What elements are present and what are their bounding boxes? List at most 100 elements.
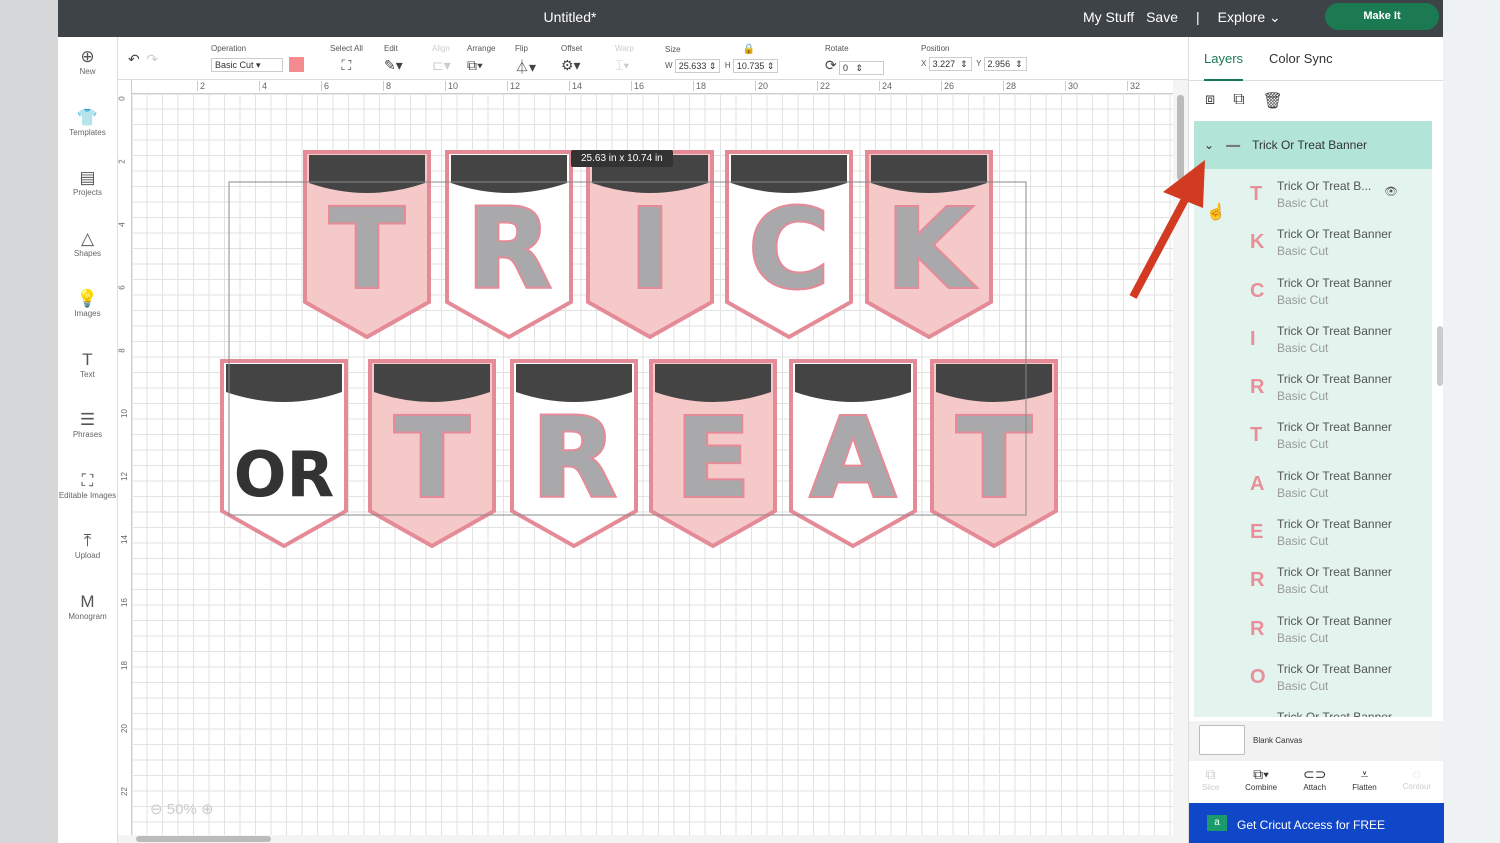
undo-icon[interactable]: ↶: [128, 51, 140, 67]
banner-pennant: A: [789, 359, 917, 549]
flip-label: Flip: [515, 44, 528, 53]
nav-item-shapes[interactable]: △ Shapes: [58, 219, 117, 280]
banner-letter: E: [675, 394, 750, 522]
nav-item-new[interactable]: ⊕ New: [58, 37, 117, 98]
color-swatch[interactable]: [289, 57, 305, 72]
nav-item-projects[interactable]: ▤ Projects: [58, 158, 117, 219]
layer-group[interactable]: ⌄ ▬▬ Trick Or Treat Banner: [1194, 121, 1432, 169]
make-it-button[interactable]: Make It: [1325, 3, 1439, 30]
top-bar: Untitled* My Stuff Save | Explore ⌄ Make…: [58, 0, 1443, 37]
ruler-tick: 20: [755, 81, 768, 91]
rotate-icon[interactable]: ⟳: [825, 57, 837, 73]
eye-icon[interactable]: 👁: [1384, 185, 1398, 198]
slice-button[interactable]: ⧉ Slice: [1202, 766, 1219, 803]
layer-thumbnail: R: [1250, 376, 1265, 399]
nav-item-upload[interactable]: ⤒ Upload: [58, 521, 117, 582]
zoom-in-button[interactable]: ⊕: [201, 801, 214, 818]
my-stuff-link[interactable]: My Stuff: [1083, 9, 1134, 26]
layer-thumbnail: T: [1250, 424, 1263, 447]
y-label: Y: [976, 59, 982, 69]
explore-menu[interactable]: Explore ⌄: [1218, 9, 1281, 26]
nav-icon: ⊕: [80, 47, 95, 66]
nav-item-images[interactable]: 💡 Images: [58, 279, 117, 340]
layer-item[interactable]: A Trick Or Treat Banner Basic Cut: [1194, 459, 1432, 507]
tab-color-sync[interactable]: Color Sync: [1269, 51, 1333, 80]
zoom-out-button[interactable]: ⊖: [150, 801, 163, 818]
banner-artwork[interactable]: T R I C K OR T R E A T: [133, 95, 1173, 835]
nav-icon: 👕: [76, 107, 99, 127]
flatten-button[interactable]: ⩡ Flatten: [1352, 766, 1376, 803]
warp-icon[interactable]: ⌶▾: [615, 57, 629, 73]
contour-button[interactable]: ◌ Contour: [1403, 766, 1431, 803]
lock-icon[interactable]: 🔒: [743, 44, 755, 55]
y-input[interactable]: 2.956 ⇕: [983, 57, 1027, 71]
tab-layers[interactable]: Layers: [1204, 51, 1244, 81]
nav-item-templates[interactable]: 👕 Templates: [58, 98, 117, 159]
edit-toolbar: ↶ ↷ Operation Basic Cut ▾ Select All ⛶ Edi…: [118, 37, 1188, 80]
layer-item[interactable]: C Trick Or Treat Banner Basic Cut: [1194, 266, 1432, 314]
duplicate-icon[interactable]: ⧉: [1233, 91, 1244, 119]
redo-icon[interactable]: ↷: [146, 51, 158, 67]
layer-item[interactable]: T Trick Or Treat B... Basic Cut 👁: [1194, 169, 1432, 217]
ruler-tick: 18: [693, 81, 706, 91]
layer-item[interactable]: I Trick Or Treat Banner Basic Cut: [1194, 314, 1432, 362]
blank-canvas-row[interactable]: Blank Canvas: [1189, 721, 1444, 761]
height-input[interactable]: 10.735 ⇕: [732, 59, 779, 73]
flatten-icon: ⩡: [1360, 766, 1369, 782]
offset-icon[interactable]: ⚙▾: [561, 57, 581, 73]
banner-pennant: R: [445, 150, 573, 340]
group-icon[interactable]: ⧈: [1205, 91, 1215, 119]
ruler-tick: 4: [259, 81, 267, 91]
banner-letter: K: [886, 185, 975, 313]
group-name: Trick Or Treat Banner: [1252, 138, 1367, 152]
nav-item-text[interactable]: T Text: [58, 340, 117, 401]
cricut-access-banner[interactable]: a Get Cricut Access for FREE: [1189, 803, 1444, 843]
save-button[interactable]: Save: [1146, 9, 1178, 26]
layer-thumbnail: A: [1250, 472, 1265, 495]
trash-icon[interactable]: 🗑: [1263, 91, 1283, 119]
nav-item-monogram[interactable]: M Monogram: [58, 582, 117, 643]
arrange-icon[interactable]: ⧉▾: [467, 57, 483, 73]
banner-pennant: E: [649, 359, 777, 549]
nav-item-phrases[interactable]: ☰ Phrases: [58, 400, 117, 461]
ruler-tick: 16: [119, 598, 129, 607]
layer-item[interactable]: R Trick Or Treat Banner Basic Cut: [1194, 362, 1432, 410]
design-canvas[interactable]: T R I C K OR T R E A T 25.63 in x 10.74 …: [133, 95, 1173, 835]
layer-item[interactable]: R Trick Or Treat Banner Basic Cut: [1194, 555, 1432, 603]
width-input[interactable]: 25.633 ⇕: [674, 59, 721, 73]
layer-thumbnail: R: [1250, 569, 1265, 592]
layer-item[interactable]: E Trick Or Treat Banner Basic Cut: [1194, 507, 1432, 555]
flip-icon[interactable]: ⏃▾: [515, 59, 536, 75]
layer-item[interactable]: O Trick Or Treat Banner Basic Cut: [1194, 652, 1432, 700]
ruler-tick: 2: [117, 159, 127, 164]
right-margin: [1443, 0, 1500, 843]
align-icon[interactable]: ⊏▾: [432, 57, 451, 73]
nav-item-editable-images[interactable]: ⛶ Editable Images: [58, 461, 117, 522]
size-tooltip: 25.63 in x 10.74 in: [571, 150, 673, 167]
nav-icon: ⛶: [81, 470, 94, 490]
attach-button[interactable]: ⊂⊃ Attach: [1303, 766, 1326, 803]
banner-pennant: T: [368, 359, 496, 549]
nav-icon: △: [80, 228, 95, 248]
canvas-horizontal-scrollbar[interactable]: [118, 835, 1173, 843]
operation-select[interactable]: Basic Cut ▾: [211, 57, 283, 72]
layer-item[interactable]: R Trick Or Treat Banner Basic Cut: [1194, 604, 1432, 652]
banner-pennant: T: [303, 150, 431, 340]
rotate-input[interactable]: 0 ⇕: [838, 60, 884, 75]
select-all-icon[interactable]: ⛶: [342, 57, 352, 73]
layer-item[interactable]: TTrick Or Treat Banner: [1194, 700, 1432, 717]
blank-canvas-label: Blank Canvas: [1253, 736, 1303, 745]
ruler-tick: 6: [321, 81, 329, 91]
ruler-tick: 24: [879, 81, 892, 91]
layer-thumbnail: E: [1250, 521, 1264, 544]
layer-item[interactable]: T Trick Or Treat Banner Basic Cut: [1194, 410, 1432, 458]
combine-button[interactable]: ⧉▾ Combine: [1245, 766, 1277, 803]
ruler-tick: 6: [117, 285, 127, 290]
pencil-icon[interactable]: ✎▾: [384, 57, 403, 73]
layers-scrollbar[interactable]: [1436, 121, 1444, 717]
x-input[interactable]: 3.227 ⇕: [928, 57, 972, 71]
nav-icon: T: [82, 349, 93, 369]
arrange-label: Arrange: [467, 44, 496, 53]
document-title: Untitled*: [543, 9, 597, 25]
layer-item[interactable]: K Trick Or Treat Banner Basic Cut: [1194, 217, 1432, 265]
